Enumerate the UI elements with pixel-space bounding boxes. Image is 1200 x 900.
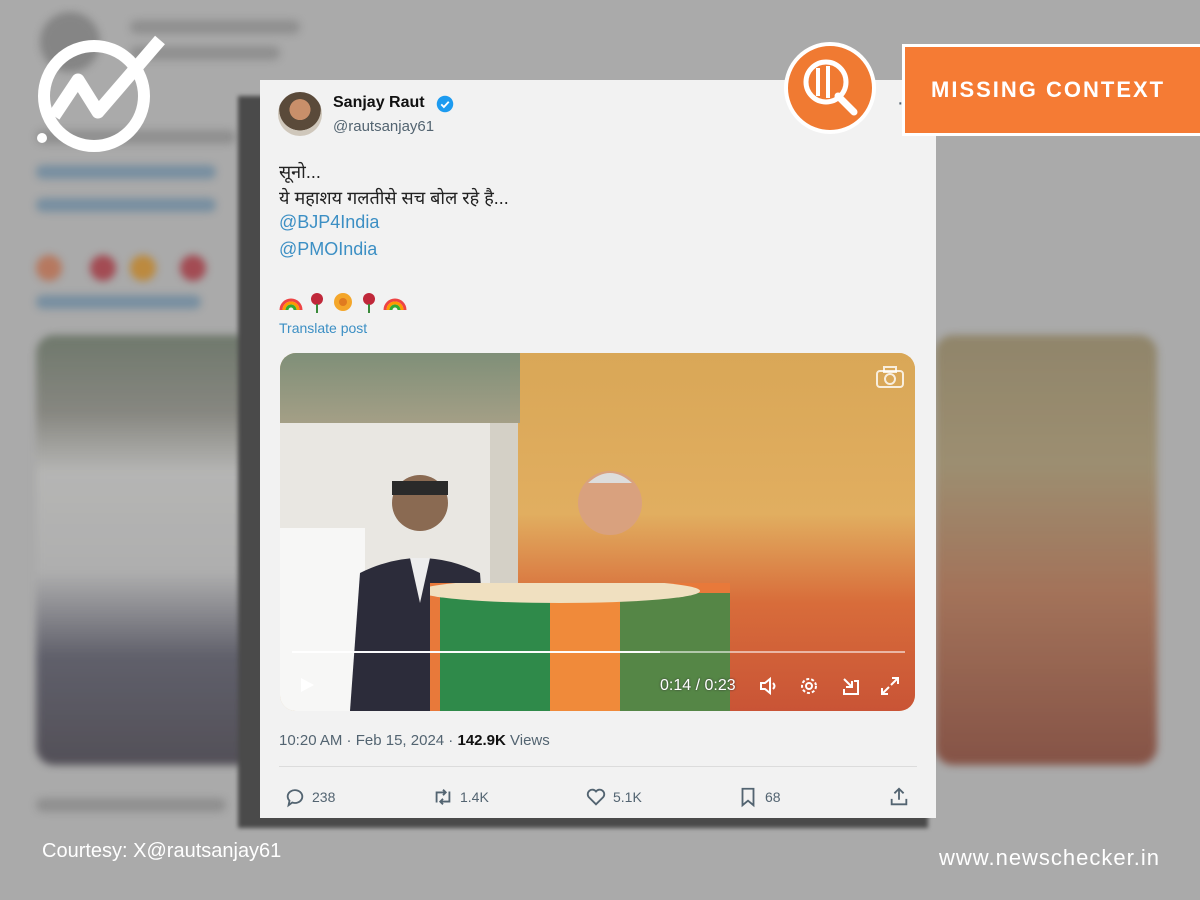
- video-decor: [280, 353, 520, 423]
- missing-context-label: MISSING CONTEXT: [902, 44, 1200, 136]
- fullscreen-icon[interactable]: [879, 675, 901, 697]
- video-progress-bar[interactable]: [292, 651, 905, 653]
- flower-icon: [334, 293, 352, 311]
- divider: [279, 766, 917, 767]
- mention-link[interactable]: @BJP4India: [279, 212, 379, 233]
- rainbow-icon: [383, 298, 407, 311]
- video-player[interactable]: 0:14 / 0:23: [280, 353, 915, 711]
- magnifier-badge-icon: [803, 59, 858, 116]
- newschecker-logo-icon: [37, 35, 165, 152]
- rainbow-icon: [279, 298, 303, 311]
- play-icon[interactable]: [298, 676, 316, 694]
- camera-icon[interactable]: [875, 365, 905, 389]
- views-count: 142.9K: [457, 732, 506, 749]
- settings-icon[interactable]: [798, 675, 820, 697]
- repost-icon: [435, 789, 451, 805]
- mention-link[interactable]: @PMOIndia: [279, 239, 377, 260]
- tweet-date[interactable]: Feb 15, 2024: [356, 732, 444, 749]
- tweet-text-line: सूनो...: [279, 162, 321, 182]
- bookmark-button[interactable]: 68: [737, 784, 781, 810]
- video-progress-fill: [292, 651, 660, 653]
- repost-button[interactable]: 1.4K: [432, 784, 489, 810]
- bookmark-count: 68: [765, 789, 781, 805]
- author-handle[interactable]: @rautsanjay61: [333, 118, 434, 135]
- rose-icon: [363, 293, 375, 313]
- reply-count: 238: [312, 789, 336, 805]
- bookmark-icon: [741, 787, 755, 808]
- minimize-icon[interactable]: [840, 675, 862, 697]
- avatar[interactable]: [278, 92, 322, 136]
- rose-icon: [311, 293, 323, 313]
- magnifier-badge: [784, 42, 876, 134]
- volume-icon[interactable]: [758, 675, 780, 697]
- video-time: 0:14 / 0:23: [660, 677, 736, 694]
- like-icon: [586, 788, 606, 806]
- repost-count: 1.4K: [460, 789, 489, 805]
- tweet-text-line: ये महाशय गलतीसे सच बोल रहे है...: [279, 188, 509, 208]
- like-button[interactable]: 5.1K: [585, 784, 642, 810]
- site-url: www.newschecker.in: [939, 845, 1160, 870]
- tweet-meta: 10:20 AM · Feb 15, 2024 · 142.9K Views: [279, 732, 550, 749]
- reply-button[interactable]: 238: [284, 784, 335, 810]
- author-name[interactable]: Sanjay Raut: [333, 94, 425, 112]
- share-button[interactable]: [888, 784, 910, 810]
- views-label: Views: [505, 732, 550, 749]
- verified-icon: [436, 95, 454, 113]
- reply-icon: [286, 789, 304, 808]
- share-icon: [890, 787, 908, 806]
- courtesy-text: Courtesy: X@rautsanjay61: [42, 840, 282, 862]
- emoji-row: [279, 293, 407, 313]
- translate-post-link[interactable]: Translate post: [279, 320, 367, 336]
- tweet-time[interactable]: 10:20 AM: [279, 732, 342, 749]
- tweet-card[interactable]: Sanjay Raut @rautsanjay61 ··· सूनो... ये…: [260, 80, 936, 818]
- like-count: 5.1K: [613, 789, 642, 805]
